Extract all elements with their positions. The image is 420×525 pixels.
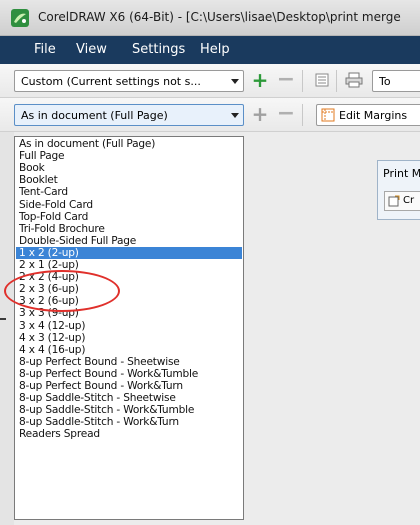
dropdown-option[interactable]: 3 x 4 (12-up) [19,320,85,332]
print-button[interactable] [344,70,364,90]
imposition-layout-dropdown: As in document (Full Page) Full Page Book B… [14,136,244,520]
imposition-layout-value: As in document (Full Page) [21,109,168,122]
dropdown-option[interactable]: 8-up Perfect Bound - Work&Tumble [19,368,198,380]
highlight-callout-ellipse [4,270,120,312]
edit-margins-button[interactable]: Edit Margins [316,104,420,126]
chevron-down-icon [231,113,239,118]
dropdown-option[interactable]: Booklet [19,175,58,186]
print-merge-title: Print M [383,167,420,180]
remove-layout-button[interactable]: − [276,101,296,126]
new-document-icon [388,195,400,207]
create-merge-label: Cr [403,195,415,206]
dropdown-option[interactable]: Double-Sided Full Page [19,235,136,247]
toolbar-divider [302,104,303,126]
create-merge-button[interactable]: Cr [384,191,420,211]
dropdown-option[interactable]: Tent-Card [19,187,68,198]
dropdown-option[interactable]: Side-Fold Card [19,199,93,211]
menu-settings[interactable]: Settings [132,42,185,57]
toolbar-divider [336,70,337,92]
dropdown-option[interactable]: As in document (Full Page) [19,139,155,150]
dropdown-option[interactable]: 4 x 4 (16-up) [19,344,85,356]
dropdown-option[interactable]: 4 x 3 (12-up) [19,332,85,344]
dropdown-option[interactable]: Readers Spread [19,429,100,440]
plus-icon: + [251,102,269,126]
workspace-left-edge [0,132,14,525]
window-titlebar: CorelDRAW X6 (64-Bit) - [C:\Users\lisae\… [0,0,420,36]
print-merge-panel: Print M Cr [377,160,420,220]
print-preset-value: Custom (Current settings not s... [21,75,201,88]
printer-icon [345,72,363,88]
menu-view[interactable]: View [76,42,107,57]
to-combo[interactable]: To [372,70,420,92]
menu-help[interactable]: Help [200,42,230,57]
dropdown-option[interactable]: Top-Fold Card [19,211,88,223]
to-label: To [379,75,391,88]
toolbar-divider [302,70,303,92]
print-preset-combo[interactable]: Custom (Current settings not s... [14,70,244,92]
remove-preset-button[interactable]: − [276,67,296,92]
dropdown-option[interactable]: 8-up Perfect Bound - Sheetwise [19,356,180,368]
menu-bar: File View Settings Help [0,36,420,64]
dropdown-option[interactable]: 8-up Saddle-Stitch - Work&Tumble [19,405,194,416]
minus-icon: − [276,101,296,126]
dropdown-option[interactable]: 1 x 2 (2-up) [19,247,79,259]
add-layout-button[interactable]: + [250,104,270,124]
window-title: CorelDRAW X6 (64-Bit) - [C:\Users\lisae\… [38,10,401,24]
add-preset-button[interactable]: + [250,70,270,90]
edit-margins-label: Edit Margins [339,109,408,122]
plus-icon: + [251,68,269,92]
dropdown-option[interactable]: Tri-Fold Brochure [19,223,105,235]
coreldraw-app-icon [11,9,29,27]
dropdown-option[interactable]: 8-up Saddle-Stitch - Sheetwise [19,393,176,404]
dropdown-option[interactable]: 8-up Saddle-Stitch - Work&Turn [19,417,179,428]
dropdown-option[interactable]: Book [19,163,45,174]
minus-icon: − [276,67,296,92]
dropdown-option[interactable]: Full Page [19,151,65,162]
menu-file[interactable]: File [34,42,56,57]
imposition-layout-combo[interactable]: As in document (Full Page) [14,104,244,126]
dropdown-option[interactable]: 8-up Perfect Bound - Work&Turn [19,381,183,392]
preset-toolbar: Custom (Current settings not s... + − To [0,64,420,98]
chevron-down-icon [231,79,239,84]
list-settings-icon [315,73,329,87]
margins-icon [321,108,335,122]
ruler-tick [0,318,6,320]
layout-toolbar: As in document (Full Page) + − Edit Marg… [0,98,420,132]
print-styles-button[interactable] [312,70,332,90]
